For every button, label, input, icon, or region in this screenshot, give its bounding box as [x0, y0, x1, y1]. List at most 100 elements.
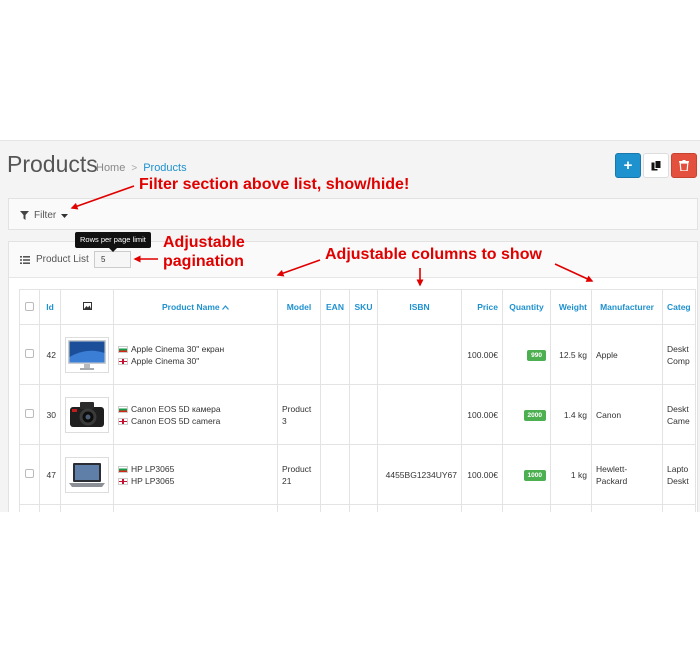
cell-weight: 1 kg: [550, 444, 592, 505]
cell-ean: [320, 504, 350, 512]
cell-id: 47: [39, 444, 61, 505]
cell-price: 100.00€: [461, 444, 503, 505]
col-weight[interactable]: Weight: [550, 289, 592, 325]
cell-id: 30: [39, 384, 61, 445]
breadcrumb-products[interactable]: Products: [143, 162, 186, 174]
product-name-en: HP LP3065: [131, 475, 175, 486]
row-checkbox[interactable]: [25, 409, 34, 418]
row-checkbox[interactable]: [25, 349, 34, 358]
caret-down-icon: [61, 213, 69, 218]
list-icon: [20, 255, 30, 264]
cell-product-name: [113, 504, 278, 512]
cell-image: [60, 384, 114, 445]
english-flag-icon: [118, 477, 128, 485]
cell-product-name: Apple Cinema 30" екран Apple Cinema 30": [113, 324, 278, 385]
annotation-columns: Adjustable columns to show: [325, 246, 542, 263]
page-title: Products: [7, 151, 98, 177]
cell-weight: 12.5 kg: [550, 324, 592, 385]
filter-panel: Filter: [8, 198, 698, 230]
cell-isbn: 4455BG1234UY67: [377, 444, 462, 505]
col-quantity[interactable]: Quantity: [502, 289, 551, 325]
annotation-pagination-line2: pagination: [163, 253, 244, 270]
cell-isbn: [377, 504, 462, 512]
table-row[interactable]: 47 HP LP3065 HP LP3065 Product 21 4455BG…: [19, 444, 696, 505]
row-select-cell: [19, 384, 40, 445]
cell-product-name: HP LP3065 HP LP3065: [113, 444, 278, 505]
cell-weight: [550, 504, 592, 512]
cell-category: Deskt Comp: [662, 324, 696, 385]
product-thumbnail-laptop: [65, 456, 109, 493]
screenshot-frame: Products Home > Products + Filter Product …: [0, 0, 700, 650]
laptop-image: [69, 462, 105, 487]
col-price[interactable]: Price: [461, 289, 503, 325]
product-list-panel: Product List Rows per page limit Id: [8, 232, 698, 512]
col-product-name[interactable]: Product Name: [113, 289, 278, 325]
col-sku[interactable]: SKU: [349, 289, 378, 325]
cell-image: [60, 324, 114, 385]
trash-icon: [679, 160, 689, 171]
bulgarian-flag-icon: [118, 345, 128, 353]
copy-button[interactable]: [643, 153, 669, 178]
cell-isbn: [377, 324, 462, 385]
cell-manufacturer: Apple: [591, 324, 663, 385]
cell-ean: [320, 324, 350, 385]
breadcrumb-home[interactable]: Home: [96, 162, 125, 174]
category-line: Deskt: [667, 343, 689, 354]
col-image: [60, 289, 114, 325]
product-name-en: Apple Cinema 30": [131, 355, 200, 366]
table-row[interactable]: 30 Canon EOS 5D камера Canon EOS 5D came…: [19, 384, 696, 445]
row-select-cell: [19, 444, 40, 505]
category-line: Comp: [667, 355, 690, 366]
cell-id: 42: [39, 324, 61, 385]
name-en-line: Canon EOS 5D camera: [118, 415, 273, 427]
monitor-image: [68, 339, 106, 370]
col-category[interactable]: Categ: [662, 289, 696, 325]
cell-model: Product 3: [277, 384, 321, 445]
cell-sku: [349, 444, 378, 505]
plus-icon: +: [623, 157, 633, 174]
table-header-row: Id Product Name Model EAN SKU ISBN Price…: [19, 289, 696, 325]
cell-id: [39, 504, 61, 512]
cell-weight: 1.4 kg: [550, 384, 592, 445]
image-icon: [82, 302, 92, 310]
camera-image: [70, 401, 104, 427]
filter-toggle[interactable]: Filter: [20, 210, 69, 221]
cell-sku: [349, 384, 378, 445]
cell-model: Product 21: [277, 444, 321, 505]
cell-price: 100.00€: [461, 384, 503, 445]
col-ean[interactable]: EAN: [320, 289, 350, 325]
bulgarian-flag-icon: [118, 405, 128, 413]
cell-quantity: [502, 504, 551, 512]
col-model[interactable]: Model: [277, 289, 321, 325]
name-en-line: Apple Cinema 30": [118, 355, 273, 367]
col-product-name-label: Product Name: [162, 302, 220, 312]
table-row[interactable]: [19, 504, 696, 512]
annotation-pagination: Adjustable pagination: [163, 233, 245, 271]
name-en-line: HP LP3065: [118, 475, 273, 487]
product-list-label: Product List: [36, 254, 89, 265]
cell-sku: [349, 324, 378, 385]
cell-category: [662, 504, 696, 512]
col-manufacturer[interactable]: Manufacturer: [591, 289, 663, 325]
table-row[interactable]: 42 Apple Cinema 30" екран Apple Cinema 3…: [19, 324, 696, 385]
annotation-pagination-line1: Adjustable: [163, 234, 245, 251]
breadcrumb-separator: >: [131, 163, 138, 174]
cell-product-name: Canon EOS 5D камера Canon EOS 5D camera: [113, 384, 278, 445]
cell-quantity: 2000: [502, 384, 551, 445]
product-name-bg: Apple Cinema 30" екран: [131, 343, 225, 354]
rows-per-page-input[interactable]: [94, 251, 131, 268]
add-button[interactable]: +: [615, 153, 641, 178]
quantity-badge: 1000: [523, 469, 546, 481]
sort-up-icon: [222, 305, 229, 310]
select-all-cell: [19, 289, 40, 325]
cell-model: [277, 504, 321, 512]
name-bg-line: Canon EOS 5D камера: [118, 403, 273, 415]
row-checkbox[interactable]: [25, 469, 34, 478]
col-id[interactable]: Id: [39, 289, 61, 325]
col-isbn[interactable]: ISBN: [377, 289, 462, 325]
cell-model: [277, 324, 321, 385]
product-table: Id Product Name Model EAN SKU ISBN Price…: [19, 289, 696, 512]
product-thumbnail-camera: [65, 396, 109, 433]
select-all-checkbox[interactable]: [25, 301, 34, 311]
delete-button[interactable]: [671, 153, 697, 178]
